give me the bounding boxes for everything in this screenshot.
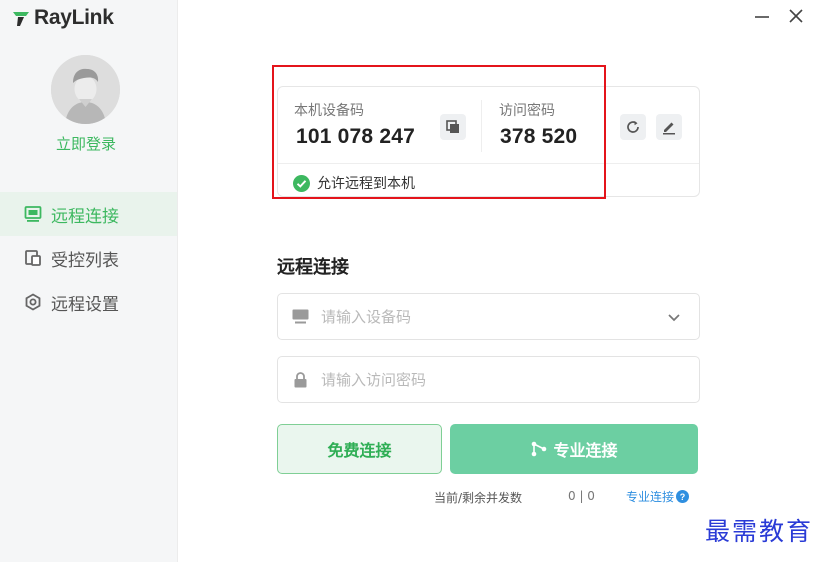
avatar[interactable] [51,55,120,124]
app-logo: RayLink [11,6,114,30]
concurrency-value: 0 | 0 [568,489,595,503]
login-link[interactable]: 立即登录 [0,133,172,154]
minimize-icon [755,16,769,18]
sidebar-item-remote-settings[interactable]: 远程设置 [0,280,177,324]
card-divider-horizontal [278,163,699,164]
copy-icon [446,120,459,133]
sidebar-item-label: 受控列表 [51,250,119,271]
window-controls [753,6,805,26]
pro-connect-label: 专业连接 [553,441,618,460]
check-circle-icon [293,174,310,192]
app-logo-text: RayLink [34,6,114,29]
password-input[interactable] [321,370,699,389]
refresh-password-button[interactable] [620,114,646,140]
password-label: 访问密码 [499,103,555,119]
edit-password-button[interactable] [656,114,682,140]
pro-connect-link[interactable]: 专业连接 ? [626,488,690,505]
watermark-text: 最需教育 [705,517,814,546]
password-field[interactable] [277,356,700,403]
user-avatar-icon [51,55,120,124]
remote-connect-title: 远程连接 [277,257,349,278]
monitor-icon [24,205,42,223]
raylink-logo-icon [13,12,29,26]
close-button[interactable] [787,6,805,26]
minimize-button[interactable] [753,6,771,26]
device-history-dropdown[interactable] [659,302,689,332]
concurrency-label: 当前/剩余并发数 [434,491,523,505]
edit-icon [663,122,675,135]
sidebar-item-label: 远程连接 [51,206,119,227]
monitor-icon [292,308,309,325]
device-info-card: 本机设备码 101 078 247 访问密码 378 520 允许远程到本机 [277,86,700,197]
sidebar-nav: 远程连接 受控列表 远程设置 [0,192,177,324]
lock-icon [292,371,309,388]
device-code-label: 本机设备码 [294,103,364,119]
allow-remote-toggle[interactable]: 允许远程到本机 [293,173,415,193]
share-nodes-icon [532,441,547,457]
allow-remote-label: 允许远程到本机 [317,176,415,192]
help-icon[interactable]: ? [676,490,690,503]
password-value: 378 520 [500,125,578,148]
chevron-down-icon [668,313,680,321]
pro-connect-link-label: 专业连接 [626,490,675,504]
sidebar-item-controlled-list[interactable]: 受控列表 [0,236,177,280]
refresh-icon [627,121,639,133]
card-divider [481,100,482,152]
close-icon [789,9,803,23]
pro-connect-button[interactable]: 专业连接 [450,424,698,474]
sidebar-item-remote-connect[interactable]: 远程连接 [0,192,177,236]
free-connect-button[interactable]: 免费连接 [277,424,442,474]
devices-icon [24,249,42,267]
device-code-field[interactable] [277,293,700,340]
sidebar-item-label: 远程设置 [51,294,119,315]
device-code-input[interactable] [321,307,659,326]
copy-code-button[interactable] [440,114,466,140]
sidebar: RayLink 立即登录 远程连接 受控列表 远程设置 [0,0,178,562]
settings-hex-icon [24,293,42,311]
device-code-value: 101 078 247 [296,125,415,148]
